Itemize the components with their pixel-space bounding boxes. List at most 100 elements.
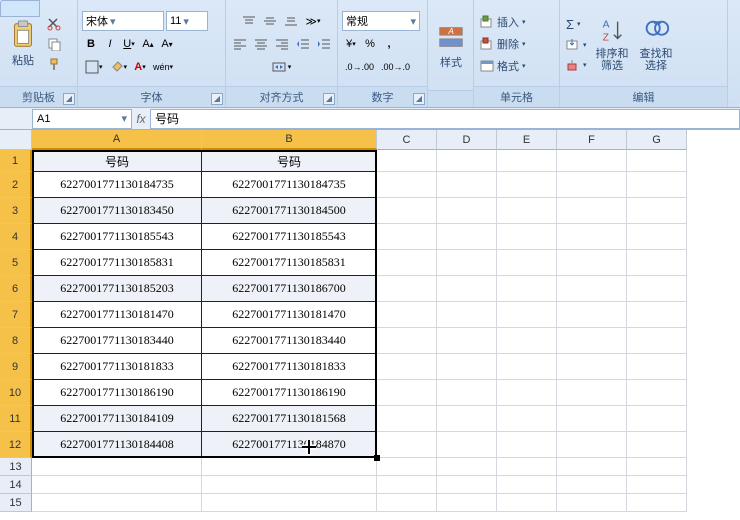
cell[interactable]: [627, 302, 687, 328]
cell[interactable]: [497, 380, 557, 406]
cell[interactable]: [627, 432, 687, 458]
cell[interactable]: [557, 458, 627, 476]
column-header-D[interactable]: D: [437, 130, 497, 150]
phonetic-button[interactable]: wén▾: [150, 57, 176, 77]
row-header-11[interactable]: 11: [0, 406, 32, 432]
cell[interactable]: 6227001771130186190: [32, 380, 202, 406]
increase-indent-button[interactable]: [314, 34, 334, 54]
cell[interactable]: [497, 406, 557, 432]
cut-button[interactable]: [45, 15, 63, 33]
column-header-C[interactable]: C: [377, 130, 437, 150]
cell[interactable]: [377, 276, 437, 302]
cell[interactable]: [437, 458, 497, 476]
sort-filter-button[interactable]: AZ 排序和 筛选: [592, 14, 633, 74]
name-box[interactable]: A1▾: [32, 109, 132, 129]
cell[interactable]: [627, 198, 687, 224]
cell[interactable]: [627, 458, 687, 476]
orientation-button[interactable]: ≫▾: [302, 11, 323, 31]
find-select-button[interactable]: 查找和 选择: [636, 14, 677, 74]
cell[interactable]: [437, 250, 497, 276]
cell[interactable]: [557, 380, 627, 406]
cell[interactable]: [627, 172, 687, 198]
cell[interactable]: [437, 302, 497, 328]
copy-button[interactable]: [45, 35, 63, 53]
cell[interactable]: [557, 406, 627, 432]
align-left-button[interactable]: [230, 34, 250, 54]
cell[interactable]: [202, 458, 377, 476]
cell[interactable]: [557, 476, 627, 494]
cell[interactable]: [497, 328, 557, 354]
cell[interactable]: 号码: [202, 150, 377, 172]
cell[interactable]: [557, 494, 627, 512]
cell[interactable]: [557, 250, 627, 276]
increase-decimal-button[interactable]: .0→.00: [342, 57, 377, 77]
row-header-1[interactable]: 1: [0, 150, 32, 172]
italic-button[interactable]: I: [101, 34, 119, 54]
cell[interactable]: 6227001771130185831: [202, 250, 377, 276]
cell[interactable]: 6227001771130185543: [32, 224, 202, 250]
cell[interactable]: [377, 198, 437, 224]
fill-button[interactable]: ▾: [564, 37, 589, 53]
cell[interactable]: [32, 476, 202, 494]
cell[interactable]: [497, 250, 557, 276]
cell[interactable]: 6227001771130186700: [202, 276, 377, 302]
cell[interactable]: [627, 380, 687, 406]
cell[interactable]: [437, 276, 497, 302]
row-header-15[interactable]: 15: [0, 494, 32, 512]
cell[interactable]: [377, 406, 437, 432]
cell[interactable]: [32, 494, 202, 512]
cell[interactable]: [497, 354, 557, 380]
cell[interactable]: [497, 276, 557, 302]
cell[interactable]: 6227001771130185831: [32, 250, 202, 276]
percent-button[interactable]: %: [361, 34, 379, 54]
styles-button[interactable]: A 样式: [432, 20, 470, 72]
cell[interactable]: [437, 172, 497, 198]
align-bottom-button[interactable]: [281, 11, 301, 31]
autosum-button[interactable]: Σ▾: [564, 16, 589, 33]
font-size-combo[interactable]: 11▾: [166, 11, 208, 31]
cell[interactable]: [627, 150, 687, 172]
fill-color-button[interactable]: ▾: [107, 57, 131, 77]
row-header-14[interactable]: 14: [0, 476, 32, 494]
cell[interactable]: [497, 198, 557, 224]
cell[interactable]: 6227001771130181470: [32, 302, 202, 328]
cell[interactable]: 6227001771130183440: [32, 328, 202, 354]
number-format-combo[interactable]: 常规▾: [342, 11, 420, 31]
cells-area[interactable]: 号码号码622700177113018473562270017711301847…: [32, 150, 740, 512]
cell[interactable]: [557, 224, 627, 250]
underline-button[interactable]: U▾: [120, 34, 138, 54]
cell[interactable]: [377, 494, 437, 512]
cell[interactable]: [437, 494, 497, 512]
cell[interactable]: [497, 458, 557, 476]
cell[interactable]: 6227001771130185543: [202, 224, 377, 250]
row-header-9[interactable]: 9: [0, 354, 32, 380]
row-header-7[interactable]: 7: [0, 302, 32, 328]
cell[interactable]: 6227001771130183450: [32, 198, 202, 224]
align-middle-button[interactable]: [260, 11, 280, 31]
border-button[interactable]: ▾: [82, 57, 106, 77]
cell[interactable]: 6227001771130181833: [32, 354, 202, 380]
cell[interactable]: [377, 476, 437, 494]
cell[interactable]: [557, 302, 627, 328]
cell[interactable]: [627, 250, 687, 276]
cell[interactable]: [377, 380, 437, 406]
cell[interactable]: 6227001771130183440: [202, 328, 377, 354]
alignment-launcher[interactable]: ◢: [323, 93, 335, 105]
row-header-4[interactable]: 4: [0, 224, 32, 250]
row-header-2[interactable]: 2: [0, 172, 32, 198]
decrease-decimal-button[interactable]: .00→.0: [378, 57, 413, 77]
cell[interactable]: [437, 406, 497, 432]
cell[interactable]: [377, 354, 437, 380]
cell[interactable]: [437, 150, 497, 172]
cell[interactable]: [627, 276, 687, 302]
cell[interactable]: [377, 458, 437, 476]
row-header-12[interactable]: 12: [0, 432, 32, 458]
cell[interactable]: [627, 328, 687, 354]
cell[interactable]: [557, 276, 627, 302]
cell[interactable]: [437, 354, 497, 380]
cell[interactable]: [557, 432, 627, 458]
cell[interactable]: [557, 354, 627, 380]
row-header-6[interactable]: 6: [0, 276, 32, 302]
cell[interactable]: 6227001771130184500: [202, 198, 377, 224]
comma-button[interactable]: ,: [380, 34, 398, 54]
